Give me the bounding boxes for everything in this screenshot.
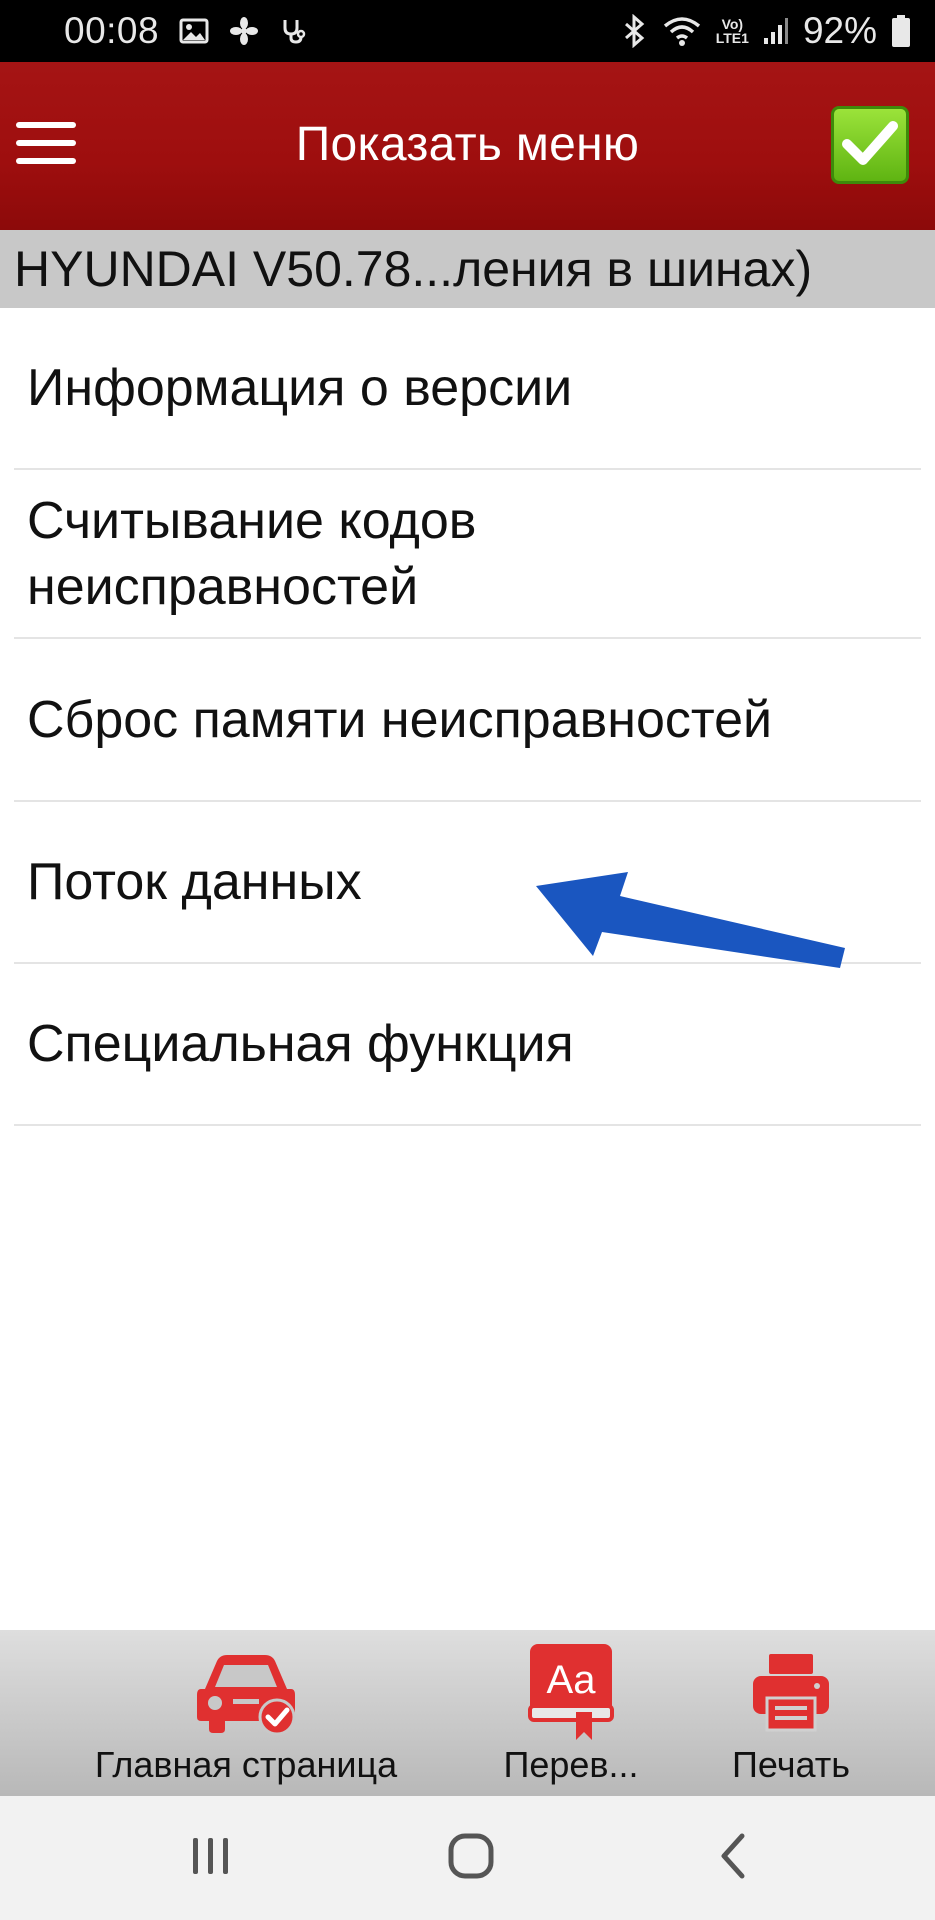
battery-percent: 92% xyxy=(802,10,877,51)
car-check-icon xyxy=(191,1644,301,1740)
bluetooth-icon xyxy=(622,14,648,48)
menu-item-data-stream[interactable]: Поток данных xyxy=(14,802,921,964)
menu-item-version-info[interactable]: Информация о версии xyxy=(14,308,921,470)
menu-list: Информация о версии Считывание кодов неи… xyxy=(0,308,935,1126)
battery-icon xyxy=(891,14,911,48)
menu-item-clear-fault-memory[interactable]: Сброс памяти неисправностей xyxy=(14,639,921,802)
translate-button[interactable]: Aa Перев... xyxy=(486,1630,656,1796)
menu-item-label: Считывание кодов неисправностей xyxy=(27,488,476,620)
back-nav-button[interactable] xyxy=(694,1826,774,1890)
signal-icon xyxy=(763,16,789,46)
app-header: Показать меню xyxy=(0,62,935,230)
status-bar: 00:08 Vo) LTE1 92% xyxy=(0,0,935,62)
system-nav-bar xyxy=(0,1796,935,1920)
volte-label: Vo) xyxy=(721,16,744,32)
print-button[interactable]: Печать xyxy=(716,1630,866,1796)
recent-apps-button[interactable] xyxy=(171,1826,251,1890)
translate-label: Перев... xyxy=(503,1744,639,1785)
menu-item-read-fault-codes[interactable]: Считывание кодов неисправностей xyxy=(14,470,921,639)
fan-icon xyxy=(229,16,259,46)
printer-icon xyxy=(749,1644,833,1740)
home-page-label: Главная страница xyxy=(94,1744,398,1785)
wifi-icon xyxy=(662,14,702,48)
menu-item-label: Поток данных xyxy=(27,853,362,911)
menu-item-label-line1: Считывание кодов xyxy=(27,491,477,550)
translate-icon-text: Aa xyxy=(546,1658,596,1702)
volte-lte-icon: Vo) LTE1 xyxy=(716,17,749,45)
status-time: 00:08 xyxy=(64,10,160,51)
print-label: Печать xyxy=(732,1744,850,1785)
menu-item-label: Информация о версии xyxy=(27,359,573,417)
page-title: Показать меню xyxy=(295,118,640,171)
translate-book-icon: Aa xyxy=(526,1644,616,1740)
checkmark-icon xyxy=(841,118,899,173)
chevron-left-icon xyxy=(714,1832,754,1885)
recent-apps-icon xyxy=(189,1834,233,1883)
home-nav-button[interactable] xyxy=(431,1826,511,1890)
gallery-icon xyxy=(179,17,209,45)
confirm-button[interactable] xyxy=(831,106,909,184)
menu-item-label: Сброс памяти неисправностей xyxy=(27,690,773,749)
bottom-toolbar: Главная страница Aa Перев... Печать xyxy=(0,1630,935,1796)
stethoscope-icon xyxy=(279,16,309,46)
breadcrumb: HYUNDAI V50.78...ления в шинах) xyxy=(0,230,935,308)
home-circle-icon xyxy=(447,1832,495,1885)
menu-item-special-function[interactable]: Специальная функция xyxy=(14,964,921,1126)
lte-label: LTE1 xyxy=(715,30,749,46)
home-page-button[interactable]: Главная страница xyxy=(76,1630,416,1796)
menu-item-label: Специальная функция xyxy=(27,1015,574,1073)
menu-item-label-line2: неисправностей xyxy=(27,557,419,616)
